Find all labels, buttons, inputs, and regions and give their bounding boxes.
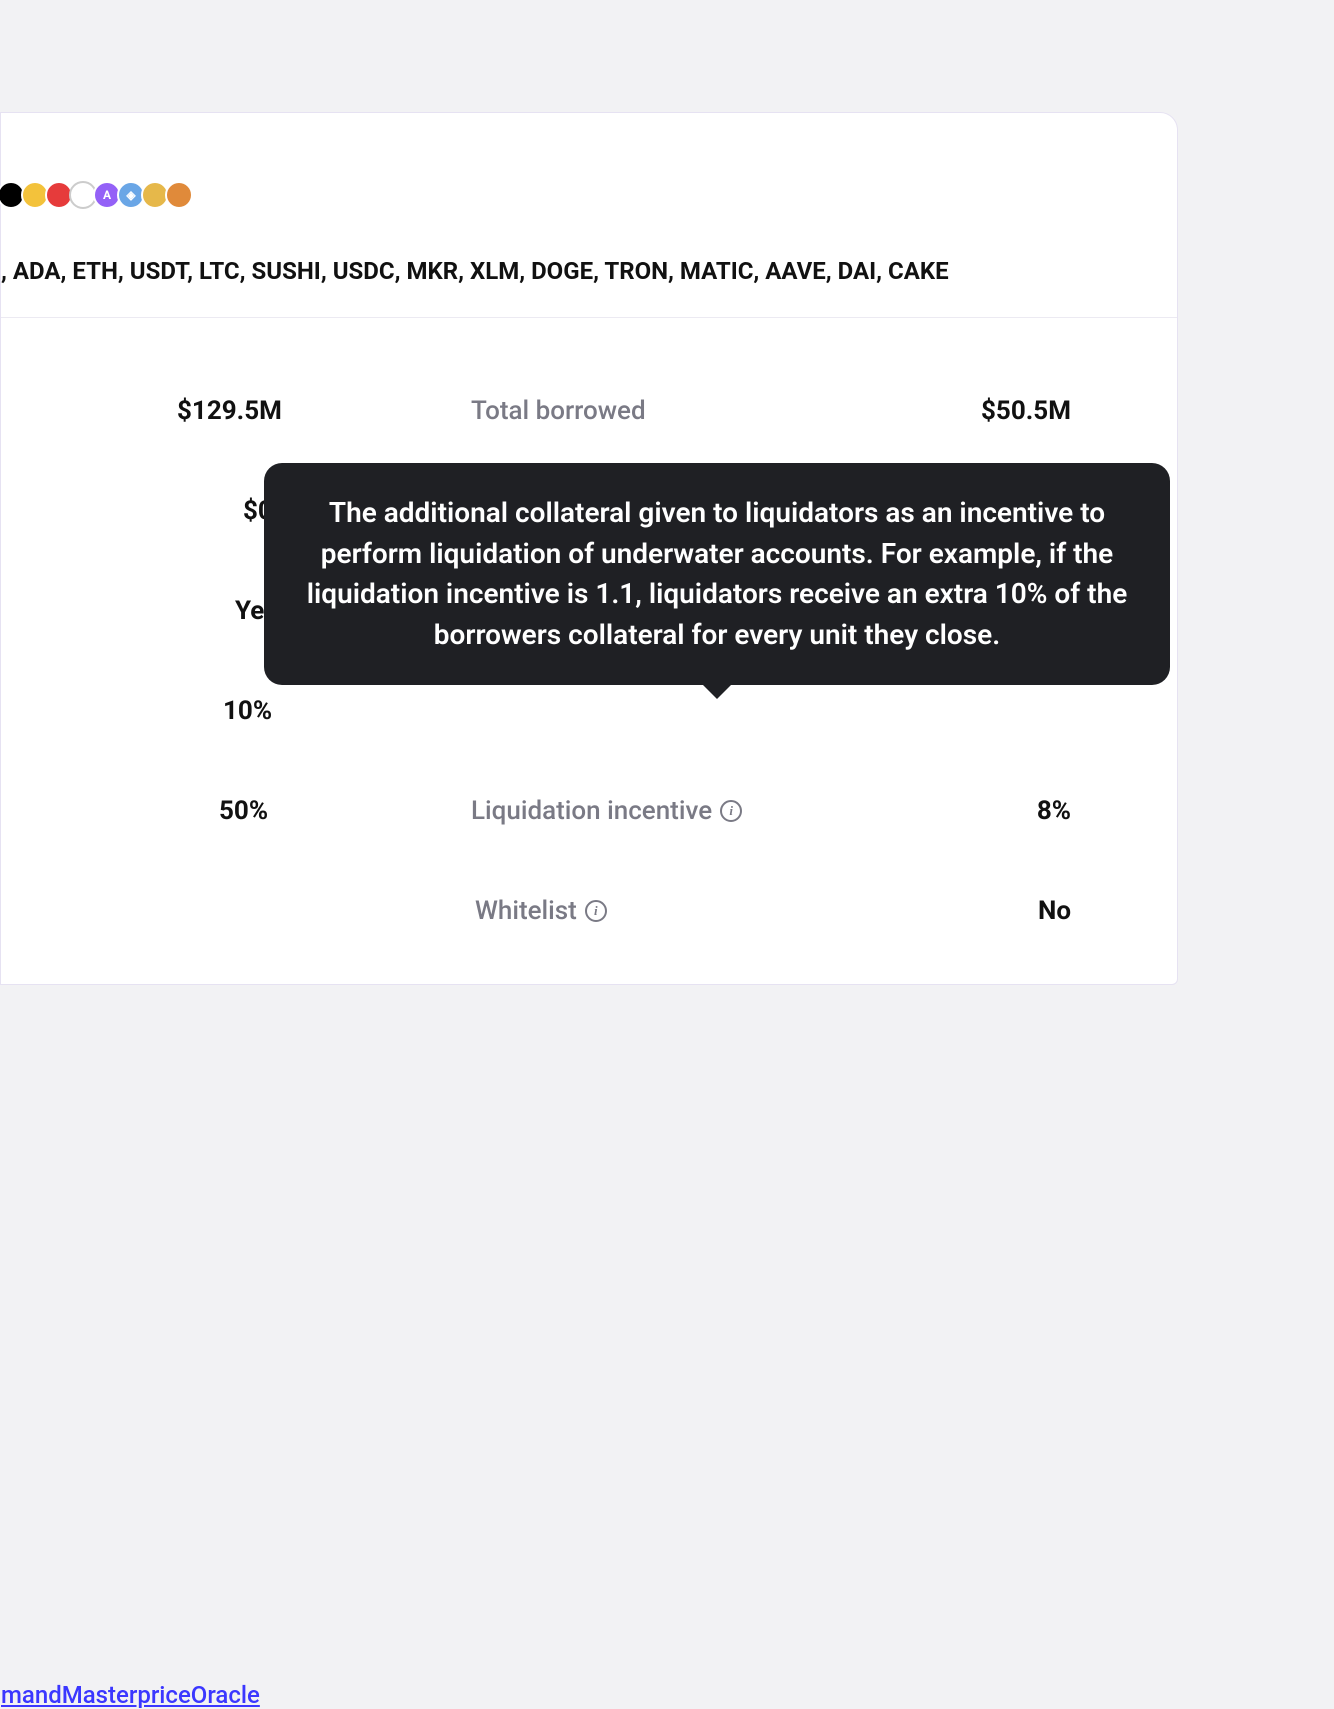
divider bbox=[1, 317, 1177, 318]
token-icon bbox=[165, 181, 193, 209]
stat-label-liquidation-incentive[interactable]: Liquidation incentive i bbox=[471, 796, 742, 826]
token-icon-strip: A ◈ bbox=[1, 181, 193, 209]
stat-value: 10% bbox=[223, 696, 272, 726]
stat-value: $50.5M bbox=[981, 396, 1071, 426]
pool-card: A ◈ , ADA, ETH, USDT, LTC, SUSHI, USDC, … bbox=[0, 112, 1178, 985]
stat-label-total-borrowed: Total borrowed bbox=[471, 396, 646, 426]
stat-value: 50% bbox=[219, 796, 268, 826]
stat-value: No bbox=[1038, 896, 1071, 926]
label-text: Total borrowed bbox=[471, 396, 646, 426]
info-icon[interactable]: i bbox=[720, 800, 742, 822]
info-icon[interactable]: i bbox=[585, 900, 607, 922]
tooltip-text: The additional collateral given to liqui… bbox=[307, 496, 1128, 651]
stat-value: $129.5M bbox=[177, 396, 282, 426]
oracle-link[interactable]: mandMasterpriceOracle bbox=[1, 1681, 260, 1709]
stat-value: 8% bbox=[1037, 796, 1071, 826]
assets-list: , ADA, ETH, USDT, LTC, SUSHI, USDC, MKR,… bbox=[1, 257, 949, 285]
tooltip-liquidation-incentive: The additional collateral given to liqui… bbox=[264, 463, 1170, 685]
label-text: Whitelist bbox=[475, 896, 577, 926]
label-text: Liquidation incentive bbox=[471, 796, 712, 826]
tooltip-arrow bbox=[701, 683, 733, 699]
stat-label-whitelist[interactable]: Whitelist i bbox=[475, 896, 607, 926]
